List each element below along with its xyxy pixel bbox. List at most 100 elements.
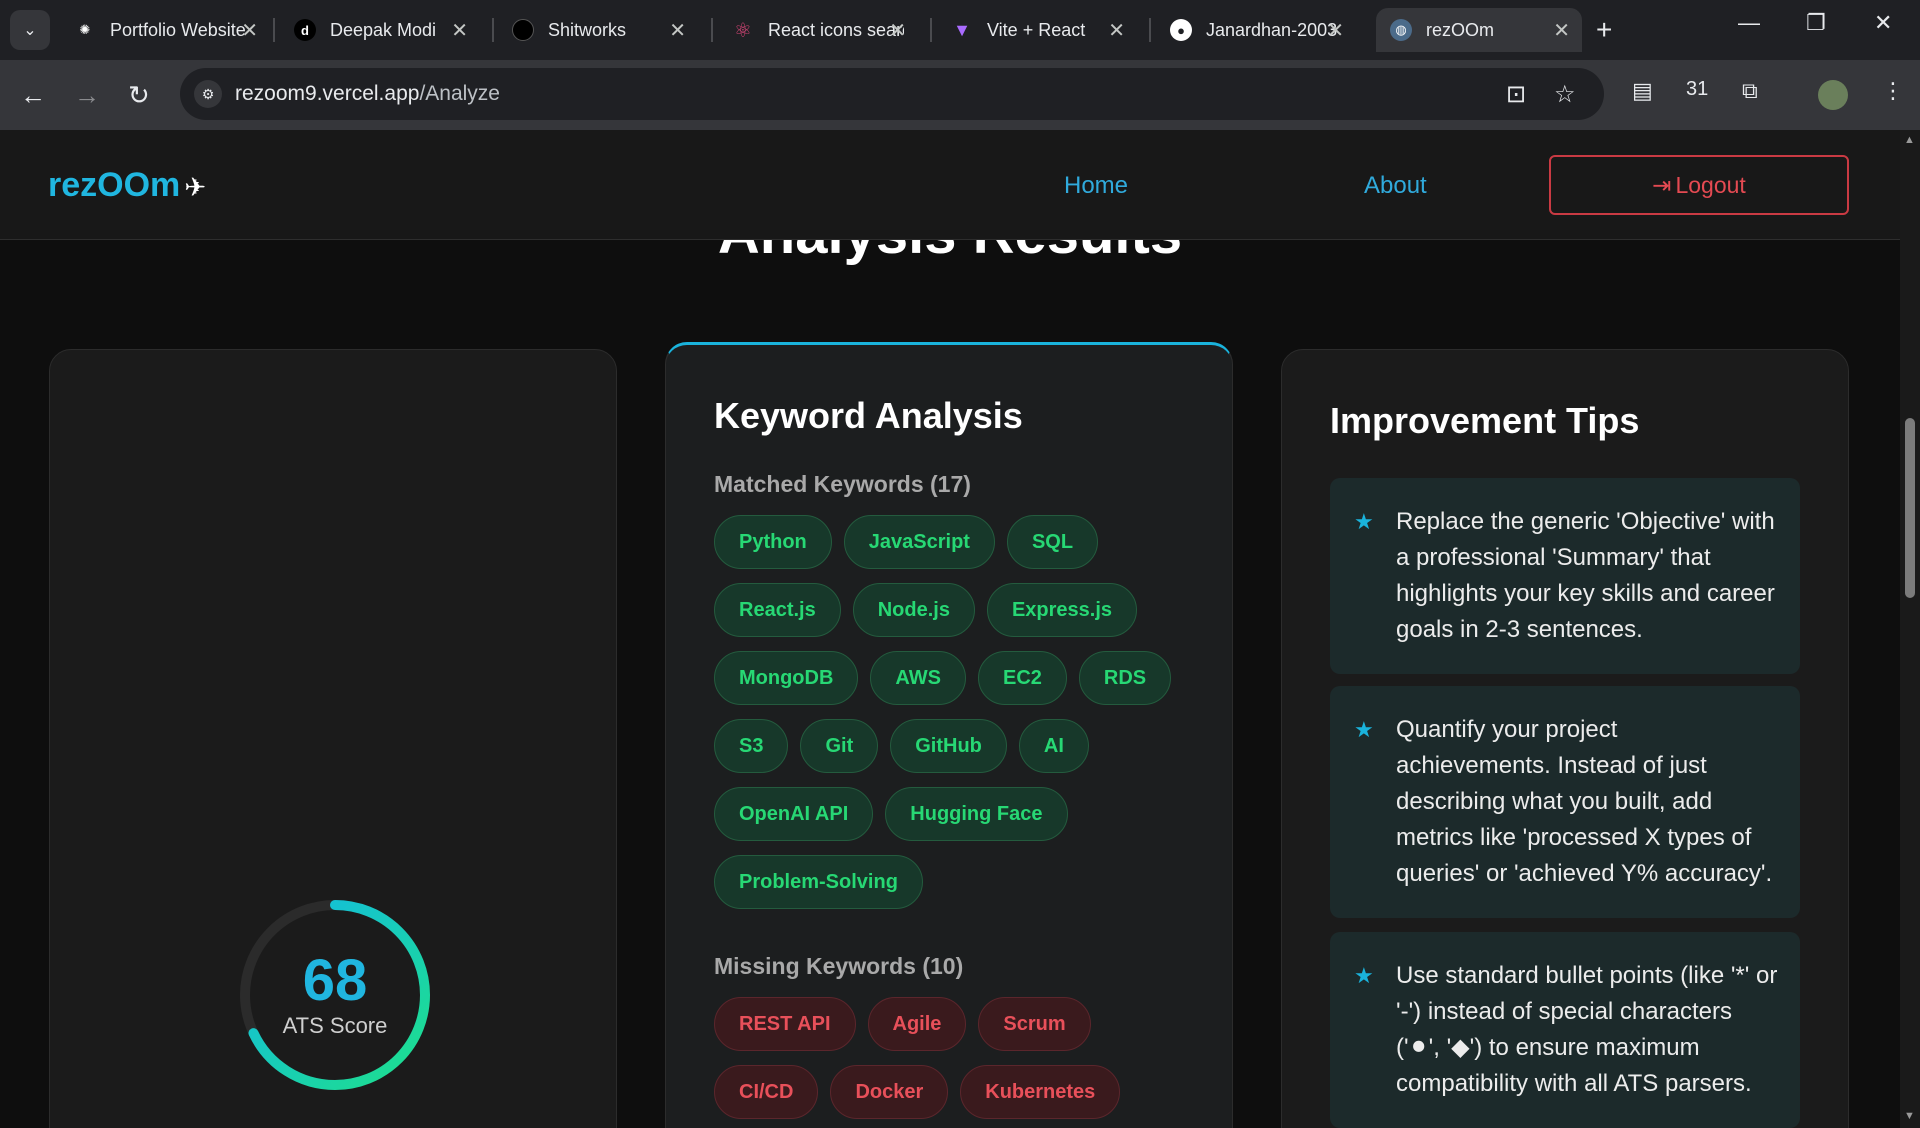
extension-badge[interactable]: 31	[1686, 78, 1708, 101]
improvement-tips-card: Improvement Tips ★ Replace the generic '…	[1281, 349, 1849, 1128]
circle-logo-icon	[512, 19, 534, 41]
matched-keyword-chip: SQL	[1006, 515, 1099, 569]
matched-keyword-chip: Python	[714, 515, 832, 569]
missing-keyword-chip: Agile	[867, 997, 967, 1051]
missing-keywords-heading: Missing Keywords (10)	[714, 953, 964, 979]
telescope-icon: ✈	[184, 172, 207, 202]
menu-kebab-icon[interactable]: ⋮	[1882, 78, 1904, 104]
install-app-icon[interactable]: ⊡	[1506, 80, 1526, 109]
app-header: rezOOm ✈ Home About ⇥ Logout	[0, 130, 1900, 240]
logout-icon: ⇥	[1652, 171, 1672, 198]
close-icon[interactable]: ✕	[1108, 18, 1125, 43]
close-icon[interactable]: ✕	[669, 18, 686, 43]
matched-keywords-heading: Matched Keywords (17)	[714, 471, 971, 497]
close-icon[interactable]: ✕	[1327, 18, 1344, 43]
browser-tabstrip: ⌄ ✺ Portfolio Website ✕ d Deepak Modi ✕ …	[0, 0, 1920, 60]
back-icon[interactable]: ←	[20, 80, 46, 111]
tab-shitworks[interactable]: Shitworks ✕	[498, 8, 698, 52]
tab-divider	[930, 18, 932, 42]
tab-portfolio[interactable]: ✺ Portfolio Website ✕	[60, 8, 270, 52]
matched-keyword-chip: React.js	[714, 583, 841, 637]
app-logo[interactable]: rezOOm ✈	[48, 166, 206, 205]
tip-item: ★ Quantify your project achievements. In…	[1330, 686, 1800, 918]
openai-icon: ✺	[79, 22, 91, 37]
site-info-icon[interactable]: ⚙	[194, 80, 222, 108]
ats-score-gauge: 68 ATS Score	[235, 895, 435, 1095]
matched-keyword-chip: Git	[800, 719, 879, 773]
star-icon: ★	[1354, 509, 1374, 534]
ats-score-label: ATS Score	[282, 1013, 388, 1038]
tip-item: ★ Replace the generic 'Objective' with a…	[1330, 478, 1800, 674]
tab-github[interactable]: ● Janardhan-2003 ✕	[1156, 8, 1356, 52]
page-scrollbar[interactable]: ▲ ▼	[1900, 130, 1920, 1128]
tab-divider	[1149, 18, 1151, 42]
matched-keyword-chip: AWS	[870, 651, 966, 705]
matched-keyword-chip: S3	[714, 719, 789, 773]
tab-divider	[492, 18, 494, 42]
reload-icon[interactable]: ↻	[128, 80, 150, 111]
matched-keyword-chip: GitHub	[890, 719, 1007, 773]
missing-keyword-chip: REST API	[714, 997, 856, 1051]
nav-about-link[interactable]: About	[1364, 172, 1427, 200]
close-icon[interactable]: ✕	[1553, 18, 1570, 43]
browser-toolbar: ← → ↻ ⚙ rezoom9.vercel.app/Analyze ⊡ ☆ ▤…	[0, 60, 1920, 130]
missing-keyword-chip: Docker	[830, 1065, 949, 1119]
d-letter-icon: d	[294, 19, 316, 41]
close-icon[interactable]: ✕	[451, 18, 468, 43]
matched-keyword-chip: JavaScript	[843, 515, 995, 569]
tab-rezoom[interactable]: ◍ rezOOm ✕	[1376, 8, 1582, 52]
chevron-down-icon: ⌄	[23, 22, 37, 39]
forward-icon[interactable]: →	[74, 80, 100, 111]
restore-icon[interactable]: ❐	[1806, 10, 1826, 36]
react-icon: ⚛	[734, 19, 752, 42]
matched-keyword-chip: MongoDB	[714, 651, 859, 705]
missing-keyword-chip: Kubernetes	[960, 1065, 1121, 1119]
globe-telescope-icon: ◍	[1390, 19, 1412, 41]
minimize-icon[interactable]: —	[1738, 10, 1760, 36]
matched-keyword-chip: EC2	[977, 651, 1067, 705]
matched-keyword-chip: AI	[1018, 719, 1089, 773]
tip-item: ★ Use standard bullet points (like '*' o…	[1330, 932, 1800, 1128]
bookmark-star-icon[interactable]: ☆	[1554, 80, 1576, 109]
address-bar[interactable]: ⚙ rezoom9.vercel.app/Analyze ⊡ ☆	[180, 68, 1604, 120]
ats-score-card: 68 ATS Score	[49, 349, 617, 1128]
close-icon[interactable]: ✕	[889, 18, 906, 43]
vite-icon: ▼	[953, 19, 971, 40]
keyword-analysis-title: Keyword Analysis	[714, 395, 1023, 436]
scroll-up-icon[interactable]: ▲	[1904, 134, 1915, 146]
scroll-down-icon[interactable]: ▼	[1904, 1110, 1915, 1122]
tab-divider	[273, 18, 275, 42]
scroll-thumb[interactable]	[1905, 418, 1915, 598]
page-content: rezOOm✈ Home About ⇥Logout Analysis Resu…	[0, 130, 1900, 1128]
tab-divider	[711, 18, 713, 42]
tab-search-button[interactable]: ⌄	[10, 10, 50, 50]
matched-keyword-chip: Hugging Face	[885, 787, 1068, 841]
close-icon[interactable]: ✕	[241, 18, 258, 43]
tab-react-icons[interactable]: ⚛ React icons search ✕	[718, 8, 918, 52]
extensions-puzzle-icon[interactable]: ⧉	[1742, 78, 1758, 104]
matched-keyword-chip: Problem-Solving	[714, 855, 923, 909]
logout-button[interactable]: ⇥ Logout	[1549, 155, 1849, 215]
matched-keyword-chip: Express.js	[986, 583, 1138, 637]
missing-keyword-chip: CI/CD	[714, 1065, 819, 1119]
ats-score-value: 68	[302, 948, 368, 1013]
star-icon: ★	[1354, 963, 1374, 988]
avatar[interactable]	[1818, 80, 1848, 110]
matched-keywords-list: Python JavaScript SQL React.js Node.js Expres…	[714, 515, 1194, 909]
missing-keywords-list: REST API Agile Scrum CI/CD Docker Kubernetes	[714, 997, 1194, 1119]
improvement-tips-title: Improvement Tips	[1330, 400, 1640, 441]
extension-icon[interactable]: ▤	[1632, 78, 1653, 104]
tab-deepak-modi[interactable]: d Deepak Modi ✕	[280, 8, 480, 52]
keyword-analysis-card: Keyword Analysis Matched Keywords (17) P…	[665, 342, 1233, 1128]
close-window-icon[interactable]: ✕	[1874, 10, 1892, 36]
matched-keyword-chip: Node.js	[852, 583, 975, 637]
tab-vite-react[interactable]: ▼ Vite + React ✕	[937, 8, 1137, 52]
matched-keyword-chip: OpenAI API	[714, 787, 874, 841]
missing-keyword-chip: Scrum	[978, 997, 1091, 1051]
nav-home-link[interactable]: Home	[1064, 172, 1128, 200]
url-text[interactable]: rezoom9.vercel.app/Analyze	[235, 82, 500, 106]
github-icon: ●	[1170, 19, 1192, 41]
star-icon: ★	[1354, 717, 1374, 742]
matched-keyword-chip: RDS	[1078, 651, 1172, 705]
new-tab-icon[interactable]: +	[1596, 14, 1612, 46]
